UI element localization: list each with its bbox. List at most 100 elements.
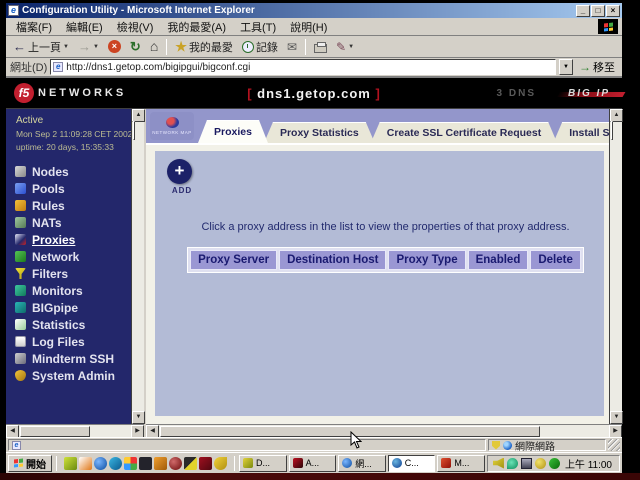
main-horizontal-scrollbar[interactable]: ◀ ▶ [146,424,622,437]
back-button[interactable]: ← 上一頁 ▼ [10,38,72,56]
edit-dropdown-icon[interactable]: ▼ [348,44,354,50]
sidebar-item-nodes[interactable]: Nodes [6,163,131,180]
sidebar-item-rules[interactable]: Rules [6,197,131,214]
minimize-button[interactable]: _ [576,5,590,17]
stop-button[interactable]: × [105,39,124,54]
mail-button[interactable]: ✉ [284,39,300,55]
volume-icon[interactable] [493,458,504,469]
proxies-icon [15,234,26,245]
resize-grip[interactable] [608,439,620,451]
taskbar-clock[interactable]: 上午 11:00 [563,456,614,471]
go-icon: → [579,60,591,74]
quick-launch-icon[interactable] [124,457,137,470]
taskbar-separator [56,456,57,471]
task-button-1[interactable]: D... [239,455,287,472]
sidebar-item-monitors[interactable]: Monitors [6,282,131,299]
menu-tools[interactable]: 工具(T) [234,18,282,36]
task-app-icon [342,458,352,468]
quick-launch-icon[interactable] [214,457,227,470]
sidebar-item-filters[interactable]: Filters [6,265,131,282]
back-dropdown-icon[interactable]: ▼ [63,44,69,50]
browser-status-bar: e 網際網路 [6,437,622,452]
menu-help[interactable]: 說明(H) [284,18,333,36]
task-app-icon [243,458,253,468]
sidebar-vertical-scrollbar[interactable]: ▲ ▼ [131,109,144,424]
scroll-down-icon[interactable]: ▼ [132,411,145,424]
system-tray: 上午 11:00 [487,455,620,472]
task-button-5[interactable]: M... [437,455,485,472]
task-button-4-active[interactable]: C... [388,455,436,472]
menu-view[interactable]: 檢視(V) [111,18,160,36]
quick-launch-icon[interactable] [109,457,122,470]
tab-proxies[interactable]: Proxies [198,120,268,143]
statistics-icon [15,319,26,330]
history-button[interactable]: 記錄 [239,38,281,56]
main-content: + ADD Click a proxy address in the list … [146,145,609,424]
sidebar-horizontal-scrollbar[interactable]: ◀ ▶ [6,424,144,437]
scrollbar-thumb[interactable] [20,426,90,437]
quick-launch-icon[interactable] [139,457,152,470]
tab-create-ssl-certificate-request[interactable]: Create SSL Certificate Request [371,122,557,143]
sidebar-item-pools[interactable]: Pools [6,180,131,197]
product-3dns: 3 DNS [497,88,536,99]
quick-launch-icon[interactable] [94,457,107,470]
network-icon [15,251,26,262]
quick-launch-icon[interactable] [154,457,167,470]
network-map-label: NETWORK MAP [152,130,192,135]
bracket-left: [ [247,86,252,101]
sidebar-item-proxies[interactable]: Proxies [6,231,131,248]
title-bar[interactable]: e Configuration Utility - Microsoft Inte… [6,3,622,18]
scrollbar-thumb[interactable] [133,121,135,140]
maximize-button[interactable]: □ [591,5,605,17]
edit-button[interactable]: ✎ ▼ [333,39,357,55]
refresh-button[interactable]: ↻ [127,39,144,54]
menu-edit[interactable]: 編輯(E) [60,18,109,36]
tray-app-icon[interactable] [549,458,560,469]
main-vertical-scrollbar[interactable]: ▲ ▼ [609,109,622,424]
tab-proxy-statistics[interactable]: Proxy Statistics [264,122,375,143]
sidebar-item-log-files[interactable]: Log Files [6,333,131,350]
quick-launch-icon[interactable] [64,457,77,470]
menu-file[interactable]: 檔案(F) [10,18,58,36]
back-label: 上一頁 [28,39,61,55]
refresh-icon: ↻ [130,40,141,53]
tray-app-icon[interactable] [535,458,546,469]
product-bigip: BIG IP [564,88,614,99]
quick-launch-icon[interactable] [79,457,92,470]
scrollbar-thumb[interactable] [611,121,613,140]
forward-dropdown-icon[interactable]: ▼ [93,44,99,50]
url-page-icon: e [53,62,63,72]
sidebar-item-nats[interactable]: NATs [6,214,131,231]
task-button-3[interactable]: 網... [338,455,386,472]
print-button[interactable] [311,40,330,54]
sidebar-item-network[interactable]: Network [6,248,131,265]
start-button[interactable]: 開始 [8,455,52,472]
status-message-area: e [8,439,486,451]
quick-launch-icon[interactable] [199,457,212,470]
display-icon[interactable] [521,458,532,469]
address-dropdown-button[interactable]: ▼ [559,59,573,75]
add-proxy-button[interactable]: + [167,159,192,184]
go-button[interactable]: → 移至 [576,59,618,75]
filters-icon [15,268,26,279]
messenger-icon[interactable] [507,458,518,469]
quick-launch-icon[interactable] [169,457,182,470]
forward-icon: → [78,40,91,53]
favorites-button[interactable]: ★ 我的最愛 [172,38,236,56]
sidebar-item-mindterm-ssh[interactable]: Mindterm SSH [6,350,131,367]
network-map-button[interactable]: NETWORK MAP [150,112,194,140]
address-input[interactable]: e http://dns1.getop.com/bigipgui/bigconf… [50,59,556,75]
quick-launch-icon[interactable] [184,457,197,470]
scroll-down-icon[interactable]: ▼ [610,411,623,424]
home-button[interactable]: ⌂ [147,39,161,54]
forward-button[interactable]: → ▼ [75,39,102,54]
windows-taskbar: 開始 D... A... 網... C... M... [6,452,622,473]
close-button[interactable]: × [606,5,620,17]
task-button-2[interactable]: A... [289,455,337,472]
nats-icon [15,217,26,228]
tab-install-ssl-certificate[interactable]: Install SSL Certifi [553,122,609,143]
sidebar-item-system-admin[interactable]: System Admin [6,367,131,384]
menu-favorites[interactable]: 我的最愛(A) [161,18,232,36]
sidebar-item-bigpipe[interactable]: BIGpipe [6,299,131,316]
sidebar-item-statistics[interactable]: Statistics [6,316,131,333]
